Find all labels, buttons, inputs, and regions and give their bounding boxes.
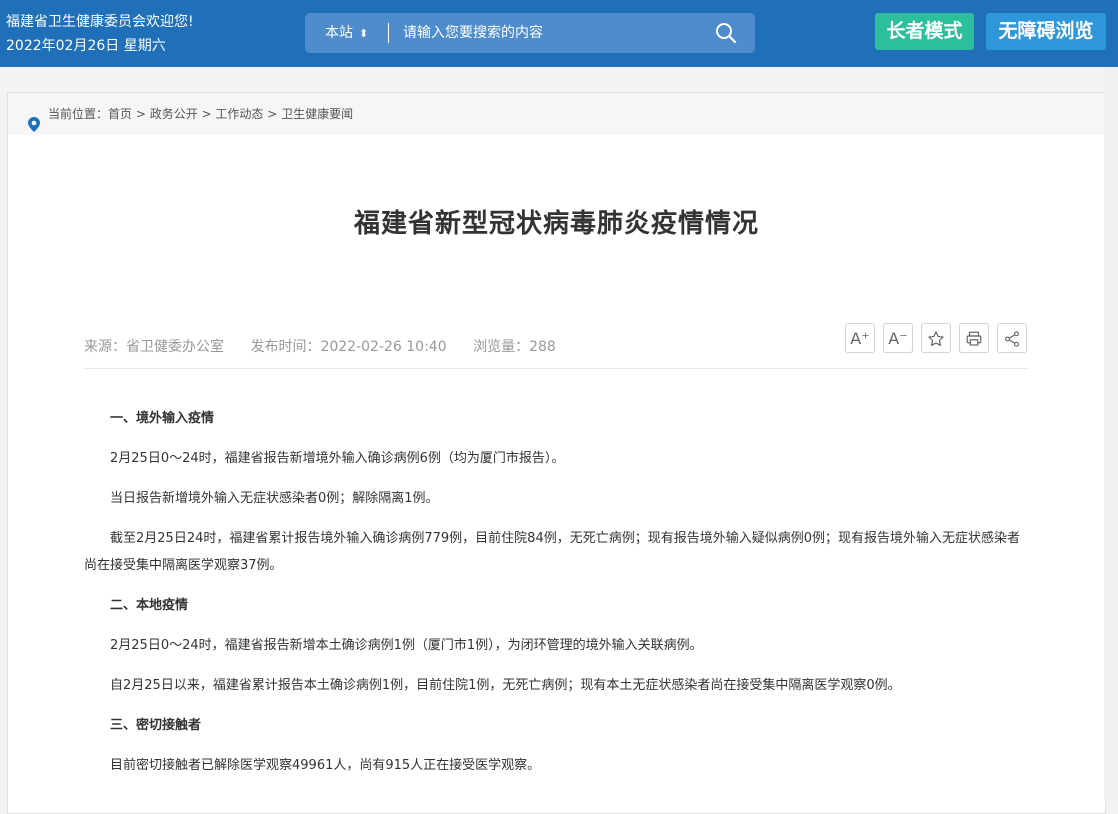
search-icon[interactable] xyxy=(715,22,737,44)
print-icon[interactable] xyxy=(959,323,989,353)
search-input[interactable]: 请输入您要搜索的内容 xyxy=(403,13,543,53)
section-heading: 一、境外输入疫情 xyxy=(110,411,215,426)
search-divider xyxy=(388,23,389,43)
section-heading: 三、密切接触者 xyxy=(110,718,202,733)
article-paragraph: 2月25日0～24时，福建省报告新增境外输入确诊病例6例（均为厦门市报告）。 xyxy=(110,451,565,466)
article-source: 来源：省卫健委办公室 xyxy=(84,339,224,355)
top-header: 福建省卫生健康委员会欢迎您! 2022年02月26日 星期六 本站 ⬍ 请输入您要… xyxy=(0,0,1118,67)
article-body: 一、境外输入疫情 2月25日0～24时，福建省报告新增境外输入确诊病例6例（均为… xyxy=(84,405,1028,779)
elder-mode-button[interactable]: 长者模式 xyxy=(875,13,974,50)
article-paragraph: 2月25日0～24时，福建省报告新增本土确诊病例1例（厦门市1例），为闭环管理的… xyxy=(110,638,703,653)
search-scope-label: 本站 xyxy=(325,25,353,41)
welcome-block: 福建省卫生健康委员会欢迎您! 2022年02月26日 星期六 xyxy=(6,12,194,56)
welcome-text: 福建省卫生健康委员会欢迎您! xyxy=(6,14,194,30)
share-icon[interactable] xyxy=(997,323,1027,353)
breadcrumb-item-health-news[interactable]: 卫生健康要闻 xyxy=(281,107,353,121)
font-increase-button[interactable]: A⁺ xyxy=(845,323,875,353)
breadcrumb-item-home[interactable]: 首页 xyxy=(108,107,132,121)
favorite-star-icon[interactable] xyxy=(921,323,951,353)
breadcrumb: 当前位置：首页 > 政务公开 > 工作动态 > 卫生健康要闻 xyxy=(8,93,1105,135)
article-title: 福建省新型冠状病毒肺炎疫情情况 xyxy=(353,209,759,239)
article-container: 当前位置：首页 > 政务公开 > 工作动态 > 卫生健康要闻 福建省新型冠状病毒… xyxy=(7,92,1106,814)
breadcrumb-separator: > xyxy=(132,107,150,121)
breadcrumb-item-work-news[interactable]: 工作动态 xyxy=(215,107,263,121)
current-date: 2022年02月26日 星期六 xyxy=(6,38,166,54)
breadcrumb-separator: > xyxy=(197,107,216,121)
article-paragraph: 截至2月25日24时，福建省累计报告境外输入确诊病例779例，目前住院84例，无… xyxy=(84,531,1020,573)
breadcrumb-item-gov-affairs[interactable]: 政务公开 xyxy=(150,107,198,121)
page-scrollbar[interactable] xyxy=(1104,67,1118,800)
breadcrumb-trail: 当前位置：首页 > 政务公开 > 工作动态 > 卫生健康要闻 xyxy=(48,93,353,135)
article-paragraph: 自2月25日以来，福建省累计报告本土确诊病例1例，目前住院1例，无死亡病例；现有… xyxy=(110,678,901,693)
article-views: 浏览量：288 xyxy=(473,339,556,355)
meta-divider xyxy=(84,368,1028,369)
breadcrumb-prefix: 当前位置： xyxy=(48,107,109,121)
article-publish-time: 发布时间：2022-02-26 10:40 xyxy=(250,339,447,355)
article-paragraph: 目前密切接触者已解除医学观察49961人，尚有915人正在接受医学观察。 xyxy=(110,758,541,773)
location-pin-icon xyxy=(28,107,40,149)
article-meta: 来源：省卫健委办公室 发布时间：2022-02-26 10:40 浏览量：288 xyxy=(84,336,578,356)
breadcrumb-separator: > xyxy=(263,107,282,121)
accessible-browsing-button[interactable]: 无障碍浏览 xyxy=(986,13,1106,50)
section-heading: 二、本地疫情 xyxy=(110,598,189,613)
font-decrease-button[interactable]: A⁻ xyxy=(883,323,913,353)
sort-arrows-icon: ⬍ xyxy=(359,27,369,40)
article-paragraph: 当日报告新增境外输入无症状感染者0例；解除隔离1例。 xyxy=(110,491,439,506)
search-bar: 本站 ⬍ 请输入您要搜索的内容 xyxy=(305,13,755,53)
search-scope-select[interactable]: 本站 ⬍ xyxy=(325,13,368,53)
